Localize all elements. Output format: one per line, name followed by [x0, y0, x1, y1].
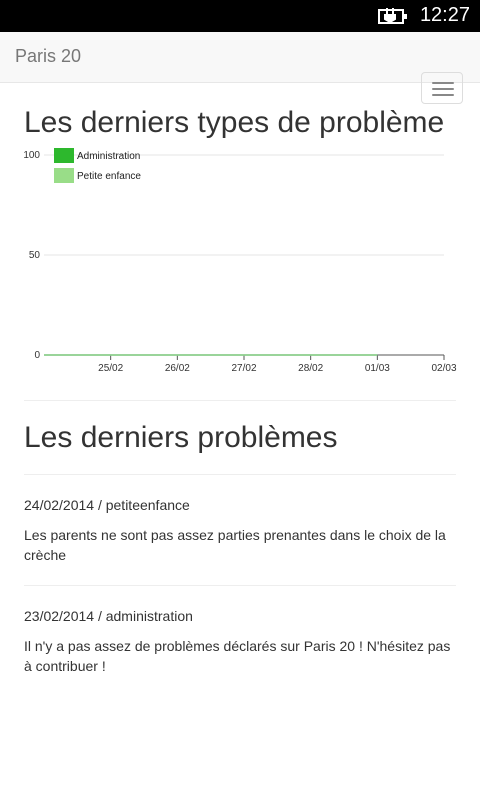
x-tick-label: 02/03	[431, 363, 456, 374]
problem-text: Les parents ne sont pas assez parties pr…	[24, 527, 446, 563]
y-tick-label: 100	[23, 150, 40, 161]
problem-types-chart: 0 50 100 25/02 26/02 27/02 28/02 01/03 02/03 Admi…	[23, 148, 457, 374]
divider	[24, 474, 456, 475]
x-tick-label: 27/02	[231, 363, 256, 374]
y-tick-label: 50	[29, 250, 41, 261]
divider	[24, 400, 456, 401]
section-problems-heading: Les derniers problèmes	[24, 421, 338, 454]
x-tick-label: 28/02	[298, 363, 323, 374]
problem-meta[interactable]: 23/02/2014 / administration	[24, 608, 193, 624]
menu-toggle-button[interactable]	[421, 72, 463, 104]
navbar: Paris 20	[0, 32, 480, 104]
status-bar: 12:27	[0, 0, 480, 32]
legend-swatch	[54, 168, 74, 183]
problem-meta[interactable]: 24/02/2014 / petiteenfance	[24, 497, 190, 513]
hamburger-icon	[432, 82, 454, 84]
x-tick-label: 01/03	[365, 363, 390, 374]
status-clock: 12:27	[419, 4, 470, 26]
navbar-brand[interactable]: Paris 20	[15, 46, 81, 67]
section-types-heading: Les derniers types de problème	[24, 106, 445, 139]
battery-charging-icon	[378, 8, 407, 24]
legend-swatch	[54, 148, 74, 163]
legend-label: Administration	[77, 151, 140, 162]
x-tick-label: 26/02	[165, 363, 190, 374]
problem-text: Il n'y a pas assez de problèmes déclarés…	[24, 638, 451, 674]
legend-label: Petite enfance	[77, 171, 141, 182]
y-tick-label: 0	[34, 350, 40, 361]
x-tick-label: 25/02	[98, 363, 123, 374]
divider	[24, 585, 456, 586]
